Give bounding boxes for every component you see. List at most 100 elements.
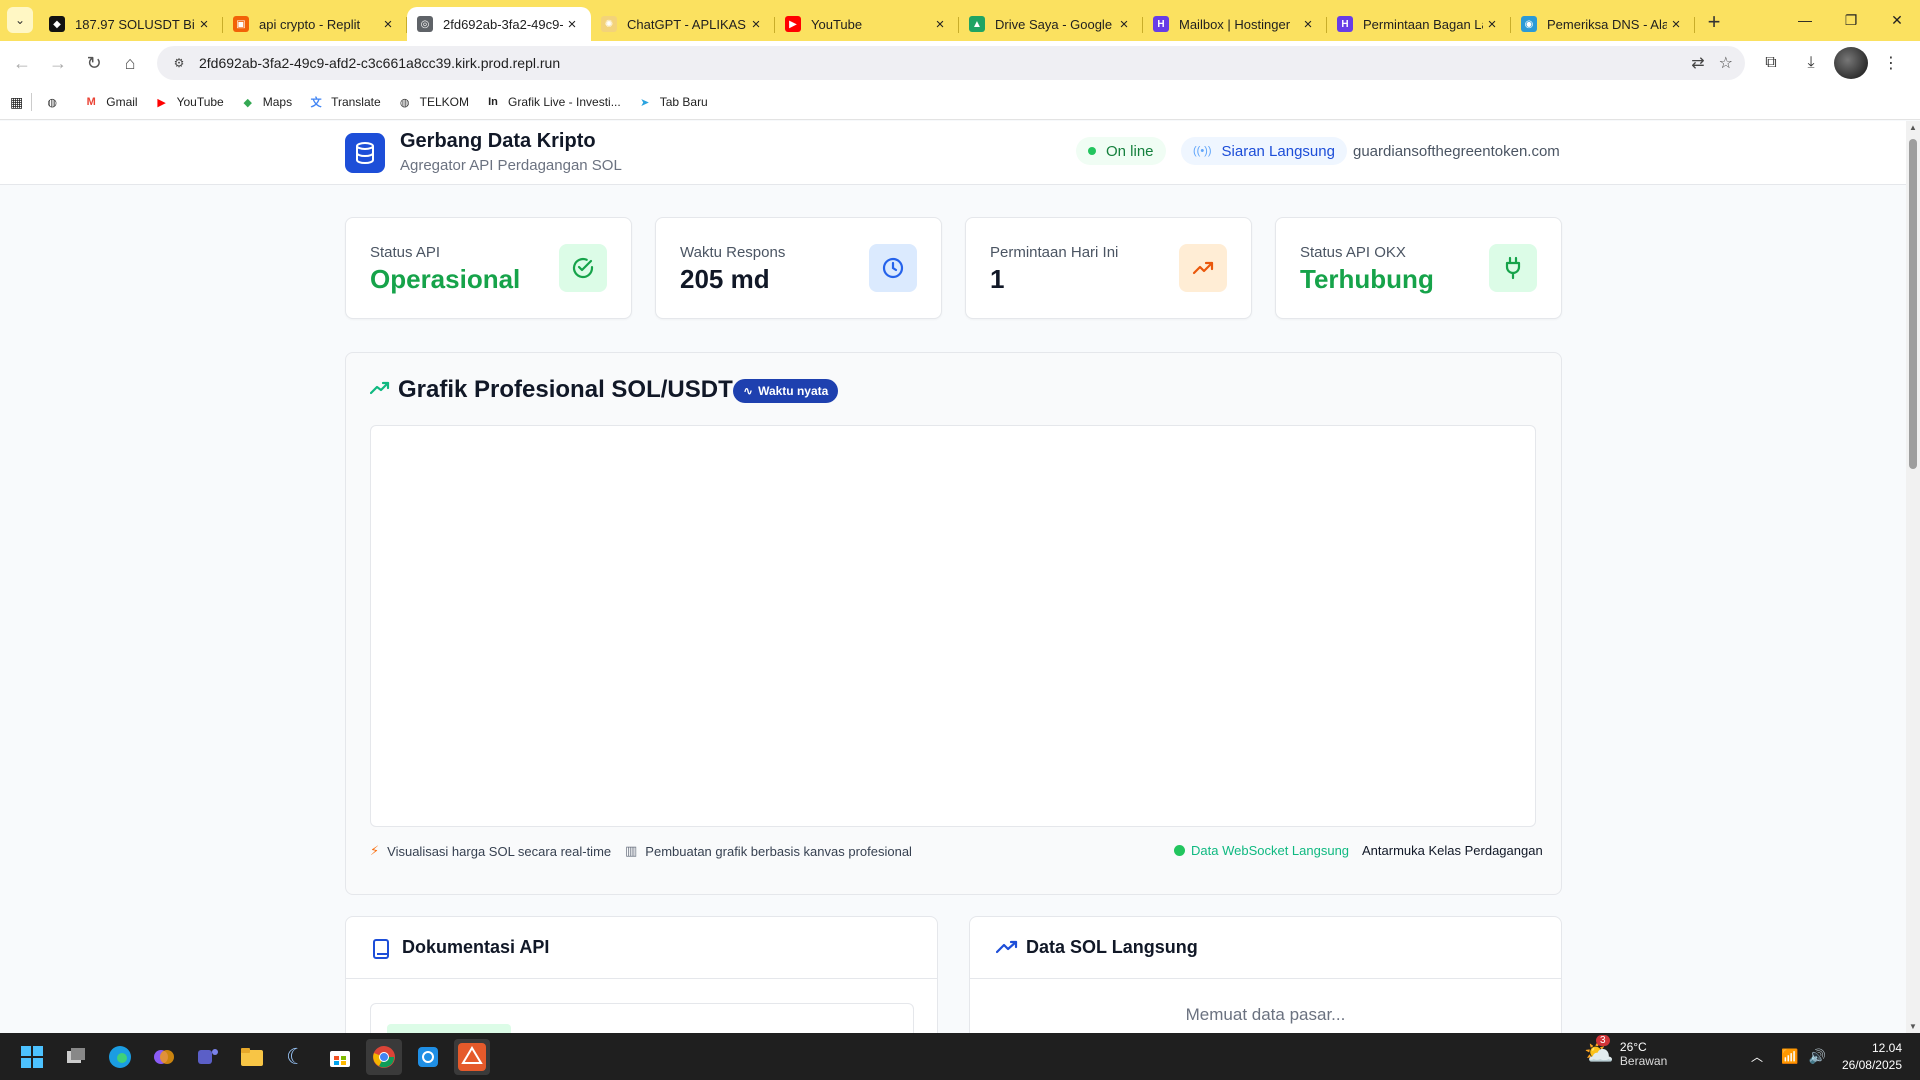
close-tab-icon[interactable]: × <box>747 16 765 33</box>
telegram-icon: ➤ <box>640 96 650 109</box>
close-tab-icon[interactable]: × <box>195 16 213 33</box>
windows-start-icon[interactable] <box>14 1039 50 1075</box>
api-docs-header: Dokumentasi API <box>346 917 937 979</box>
trending-up-icon <box>995 940 1018 959</box>
chart-canvas[interactable] <box>370 425 1536 827</box>
database-logo-icon <box>345 133 385 173</box>
feature-interface: Antarmuka Kelas Perdagangan <box>1362 843 1543 858</box>
copilot-icon[interactable] <box>146 1039 182 1075</box>
stat-label: Status API OKX <box>1300 244 1406 261</box>
store-icon[interactable] <box>322 1039 358 1075</box>
stat-value: 1 <box>990 264 1005 294</box>
browser-tab[interactable]: ▣ api crypto - Replit × <box>223 7 407 41</box>
globe-icon: ◍ <box>399 96 410 109</box>
bookmark-item[interactable]: In Grafik Live - Investi... <box>485 94 621 110</box>
clock[interactable]: 12.04 26/08/2025 <box>1842 1040 1902 1074</box>
translate-icon[interactable]: ⇄ <box>1691 53 1704 73</box>
globe-icon: ◎ <box>417 16 433 32</box>
browser-tab[interactable]: ▲ Drive Saya - Google Drive× <box>959 7 1143 41</box>
close-tab-icon[interactable]: × <box>1667 16 1685 33</box>
browser-tab[interactable]: ▶ YouTube × <box>775 7 959 41</box>
bookmarks-bar: ▦ ◍ M Gmail ▶ YouTube ◆ Maps 文 Translate ◍ TELKOM I… <box>0 85 1920 120</box>
method-badge <box>387 1024 511 1033</box>
bookmark-item[interactable]: ▶ YouTube <box>154 94 223 110</box>
new-tab-button[interactable]: + <box>1699 7 1729 37</box>
minimize-button[interactable]: — <box>1782 0 1828 40</box>
tab-strip: ⌄ ◆187.97 SOLUSDT Binance×▣api crypto - … <box>0 0 1920 41</box>
site-info-icon[interactable]: ⚙ <box>169 53 189 73</box>
bookmark-label: Tab Baru <box>659 95 708 109</box>
file-explorer-icon[interactable] <box>234 1039 270 1075</box>
reload-button[interactable]: ↻ <box>76 45 112 81</box>
apps-grid-icon[interactable]: ▦ <box>10 94 23 111</box>
api-endpoint-item[interactable] <box>370 1003 914 1033</box>
chevron-up-icon[interactable]: ︿ <box>1751 1048 1763 1065</box>
feature-interface-text: Antarmuka Kelas Perdagangan <box>1362 843 1543 858</box>
close-tab-icon[interactable]: × <box>563 16 581 33</box>
edge-icon[interactable] <box>102 1039 138 1075</box>
wifi-icon[interactable]: 📶 <box>1781 1048 1798 1065</box>
menu-kebab-icon[interactable]: ⋮ <box>1874 47 1908 79</box>
tab-title: 2fd692ab-3fa2-49c9-afd2 <box>443 16 563 32</box>
back-button[interactable]: ← <box>4 45 40 81</box>
live-broadcast-badge[interactable]: ((•)) Siaran Langsung <box>1181 137 1347 165</box>
bookmark-item[interactable]: 文 Translate <box>308 94 381 110</box>
bookmark-item[interactable]: ➤ Tab Baru <box>637 94 708 110</box>
chrome-icon[interactable] <box>366 1038 402 1075</box>
extensions-icon[interactable]: ⧉ <box>1754 47 1788 79</box>
scroll-down-icon[interactable]: ▼ <box>1908 1022 1918 1031</box>
tab-title: api crypto - Replit <box>259 16 361 32</box>
websocket-dot-icon <box>1174 845 1185 856</box>
download-icon[interactable]: ⤓ <box>1794 47 1828 79</box>
stat-value: Terhubung <box>1300 264 1434 294</box>
browser-tab[interactable]: H Permintaan Bagan Lama× <box>1327 7 1511 41</box>
tab-title: Mailbox | Hostinger <box>1179 16 1291 32</box>
teams-icon[interactable] <box>190 1039 226 1075</box>
close-tab-icon[interactable]: × <box>931 16 949 33</box>
browser-tab[interactable]: ◎ 2fd692ab-3fa2-49c9-afd2× <box>407 7 591 41</box>
tab-search-button[interactable]: ⌄ <box>7 7 33 33</box>
stat-card: Status API OKX Terhubung <box>1275 217 1562 319</box>
moon-app-icon[interactable]: ☾ <box>278 1039 314 1075</box>
browser-tab[interactable]: ◆ 187.97 SOLUSDT Binance× <box>39 7 223 41</box>
weather-widget[interactable]: ⛅ 3 26°C Berawan <box>1584 1035 1667 1068</box>
browser-app-icon[interactable] <box>410 1039 446 1075</box>
restore-button[interactable]: ❐ <box>1828 0 1874 40</box>
bookmark-item[interactable]: ◆ Maps <box>240 94 293 110</box>
volume-icon[interactable]: 🔊 <box>1809 1048 1826 1065</box>
browser-tab[interactable]: H Mailbox | Hostinger × <box>1143 7 1327 41</box>
site-title: Gerbang Data Kripto <box>400 130 596 152</box>
scroll-up-icon[interactable]: ▲ <box>1908 123 1918 132</box>
chart-card: Grafik Profesional SOL/USDT ∿ Waktu nyat… <box>345 352 1562 895</box>
gmail-icon: M <box>86 96 96 108</box>
close-window-button[interactable]: ✕ <box>1874 0 1920 40</box>
online-status-badge: On line <box>1076 137 1166 165</box>
bookmark-item[interactable]: ◍ <box>44 94 67 110</box>
live-sol-header: Data SOL Langsung <box>970 917 1561 979</box>
close-tab-icon[interactable]: × <box>1299 16 1317 33</box>
sublime-icon[interactable] <box>454 1038 490 1075</box>
system-tray: ︿ 📶 🔊 12.04 26/08/2025 <box>1751 1033 1920 1080</box>
chatgpt-icon: ✺ <box>601 16 617 32</box>
close-tab-icon[interactable]: × <box>1483 16 1501 33</box>
address-bar[interactable]: ⚙ 2fd692ab-3fa2-49c9-afd2-c3c661a8cc39.k… <box>157 46 1745 80</box>
feature-websocket: Data WebSocket Langsung <box>1174 843 1349 858</box>
browser-tab[interactable]: ◉ Pemeriksa DNS - Alat × <box>1511 7 1695 41</box>
url-text: 2fd692ab-3fa2-49c9-afd2-c3c661a8cc39.kir… <box>199 55 561 71</box>
stat-label: Waktu Respons <box>680 244 786 261</box>
arrow-left-icon: ← <box>13 52 31 73</box>
browser-tab[interactable]: ✺ ChatGPT - APLIKASI × <box>591 7 775 41</box>
cloud-sun-icon: ⛅ 3 <box>1584 1035 1614 1067</box>
close-tab-icon[interactable]: × <box>1115 16 1133 33</box>
page-scrollbar[interactable]: ▲ ▼ <box>1906 121 1920 1033</box>
forward-button[interactable]: → <box>40 45 76 81</box>
profile-avatar[interactable] <box>1834 47 1868 79</box>
bookmark-star-icon[interactable]: ☆ <box>1719 53 1733 73</box>
close-tab-icon[interactable]: × <box>379 16 397 33</box>
scrollbar-thumb[interactable] <box>1909 139 1917 469</box>
online-status-text: On line <box>1106 142 1154 160</box>
task-view-icon[interactable] <box>58 1039 94 1075</box>
home-button[interactable]: ⌂ <box>112 45 148 81</box>
bookmark-item[interactable]: M Gmail <box>83 94 138 110</box>
bookmark-item[interactable]: ◍ TELKOM <box>397 94 469 110</box>
